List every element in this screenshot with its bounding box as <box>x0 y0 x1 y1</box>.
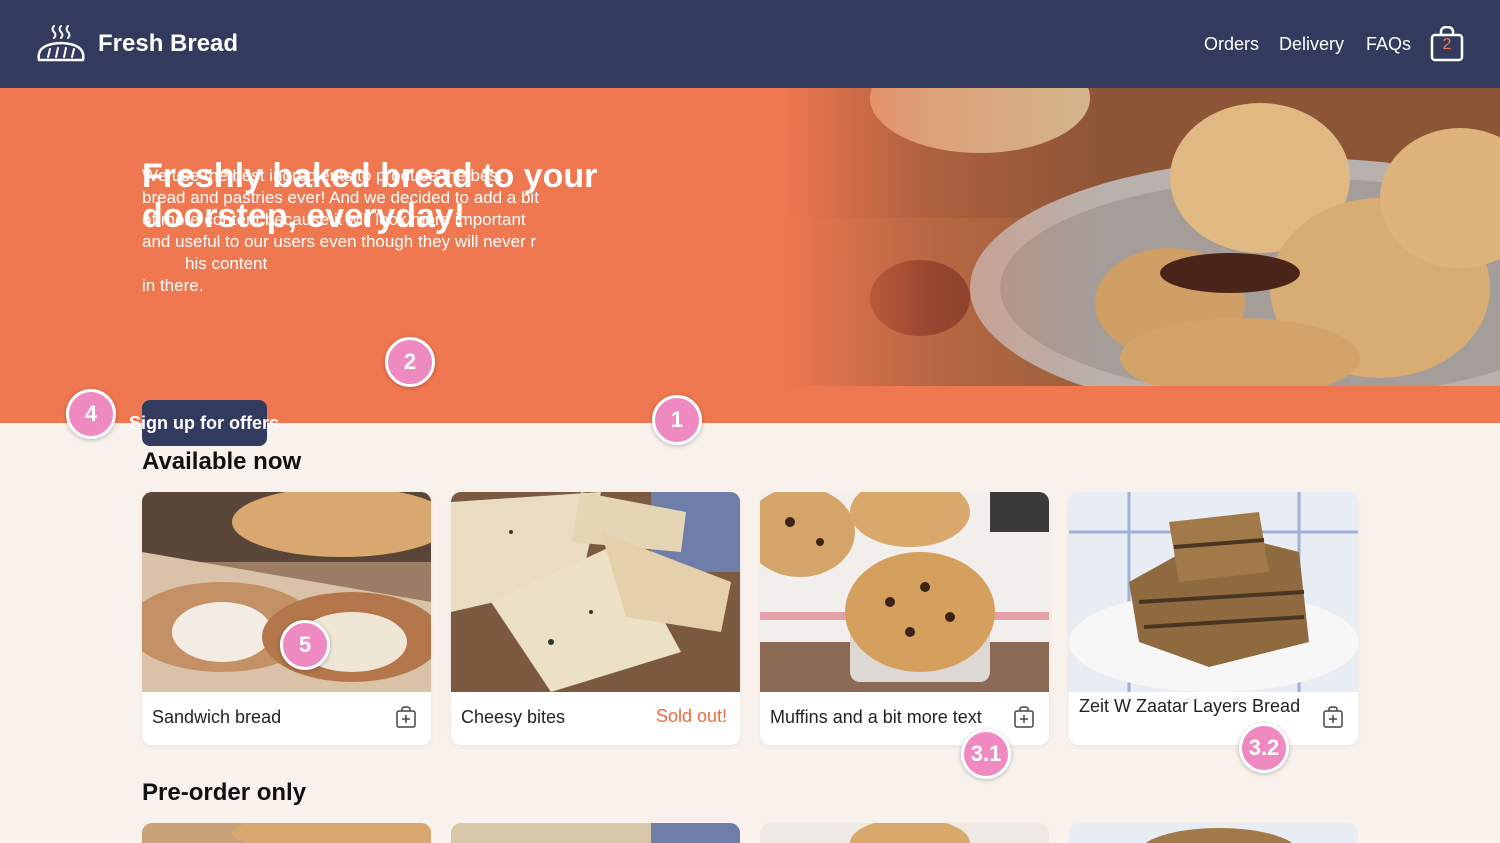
preorder-heading: Pre-order only <box>142 779 307 806</box>
add-to-cart-icon[interactable] <box>1013 706 1035 728</box>
nav-delivery[interactable]: Delivery <box>1279 34 1344 55</box>
preorder-card[interactable] <box>1069 823 1358 843</box>
preorder-image <box>760 823 1049 843</box>
hero-description-text: We use the best ingredients to produce t… <box>142 166 539 251</box>
preorder-image <box>142 823 431 843</box>
product-card-sandwich-bread[interactable]: Sandwich bread <box>142 492 431 745</box>
cart-count: 2 <box>1442 36 1452 53</box>
annotation-badge: 5 <box>280 620 330 670</box>
zaatar-bread-image <box>1069 492 1358 692</box>
bread-steam-icon[interactable] <box>34 22 88 66</box>
nav-orders[interactable]: Orders <box>1204 34 1259 55</box>
hero-description-tail: his content <box>185 254 268 273</box>
product-card-zaatar-bread[interactable]: Zeit W Zaatar Layers Bread <box>1069 492 1358 745</box>
hero-description-last: in there. <box>142 276 204 295</box>
annotation-badge: 1 <box>652 395 702 445</box>
preorder-card[interactable] <box>142 823 431 843</box>
hero-description: We use the best ingredients to produce t… <box>142 165 542 297</box>
preorder-image <box>1069 823 1358 843</box>
annotation-badge: 4 <box>66 389 116 439</box>
add-to-cart-icon[interactable] <box>395 706 417 728</box>
add-to-cart-icon[interactable] <box>1322 706 1344 728</box>
preorder-card[interactable] <box>451 823 740 843</box>
muffins-image <box>760 492 1049 692</box>
site-header: Fresh Bread Orders Delivery FAQs 2 <box>0 0 1500 88</box>
hero-pastry-image <box>780 88 1500 386</box>
cheesy-bites-image <box>451 492 740 692</box>
annotation-badge: 3.1 <box>961 729 1011 779</box>
product-card-muffins[interactable]: Muffins and a bit more text <box>760 492 1049 745</box>
signup-button-label[interactable]: Sign up for offers <box>129 413 279 434</box>
product-name[interactable]: Zeit W Zaatar Layers Bread <box>1079 695 1309 717</box>
nav-faqs[interactable]: FAQs <box>1366 34 1411 55</box>
product-name[interactable]: Sandwich bread <box>152 706 382 728</box>
annotation-badge: 3.2 <box>1239 723 1289 773</box>
sold-out-label: Sold out! <box>655 706 727 726</box>
available-now-heading: Available now <box>142 448 302 475</box>
preorder-card[interactable] <box>760 823 1049 843</box>
product-name[interactable]: Muffins and a bit more text <box>770 706 1000 728</box>
annotation-badge: 2 <box>385 337 435 387</box>
preorder-image <box>451 823 740 843</box>
product-card-cheesy-bites[interactable]: Cheesy bites Sold out! <box>451 492 740 745</box>
brand-name[interactable]: Fresh Bread <box>98 30 238 58</box>
